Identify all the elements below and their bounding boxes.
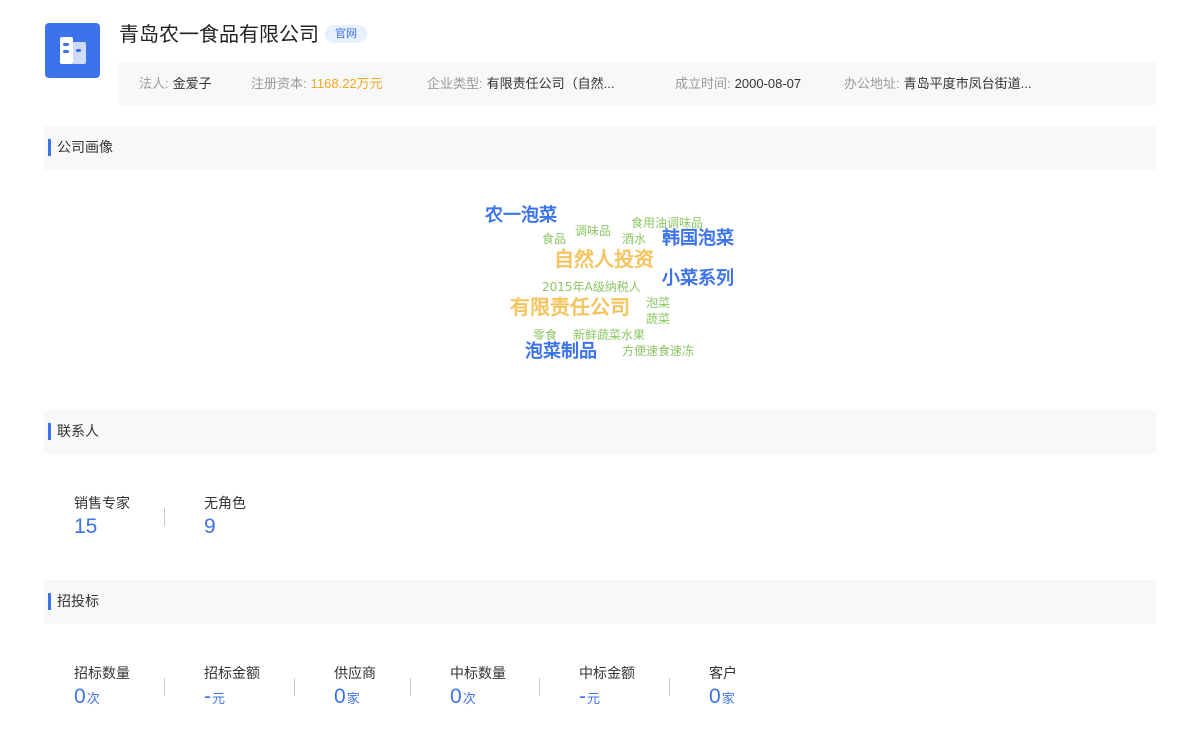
stat-unit: 家 [346,691,360,706]
company-info-bar: 法人: 金爱子 注册资本: 1168.22万元 企业类型: 有限责任公司（自然... … [119,62,1156,105]
tag-cloud-word[interactable]: 韩国泡菜 [662,230,734,248]
tag-cloud-word[interactable]: 酒水 [622,233,646,245]
founded-label: 成立时间: [675,76,731,91]
stat-unit: 元 [212,691,226,706]
stat-label: 无角色 [204,495,246,511]
bidding-stat-win-amount[interactable]: 中标金额 -元 [579,663,635,709]
stat-unit: 家 [721,691,735,706]
bidding-stat-tender-amount[interactable]: 招标金额 -元 [204,663,260,709]
tag-cloud-word[interactable]: 自然人投资 [554,249,654,269]
stat-value: 0 [334,685,346,708]
stat-label: 销售专家 [74,495,130,511]
section-accent-bar [48,423,51,440]
tag-cloud-word[interactable]: 新鲜蔬菜水果 [573,329,645,341]
tag-cloud-word[interactable]: 小菜系列 [662,270,734,288]
legal-rep-value: 金爱子 [172,76,212,91]
stat-label: 中标数量 [450,665,506,681]
legal-rep-field: 法人: 金爱子 [139,62,212,105]
bidding-stat-tender-count[interactable]: 招标数量 0次 [74,663,130,709]
bidding-section-header: 招投标 [44,580,1156,624]
company-type-label: 企业类型: [427,76,483,91]
stat-value: 0 [450,685,462,708]
stat-unit: 元 [587,691,601,706]
tag-cloud-word[interactable]: 泡菜 [646,297,670,309]
stat-label: 中标金额 [579,665,635,681]
capital-value: 1168.22万元 [310,76,383,91]
portrait-section-header: 公司画像 [44,126,1156,170]
section-accent-bar [48,139,51,156]
bidding-section-title: 招投标 [57,593,99,609]
address-field: 办公地址: 青岛平度市凤台街道... [844,62,1031,105]
stat-value: 9 [204,515,216,538]
tag-cloud-word[interactable]: 蔬菜 [646,313,670,325]
stat-unit: 次 [86,691,100,706]
contact-stat-no-role[interactable]: 无角色 9 [204,493,246,539]
bidding-stat-suppliers[interactable]: 供应商 0家 [334,663,376,709]
portrait-section-title: 公司画像 [57,139,113,155]
stat-label: 招标数量 [74,665,130,681]
stat-divider [164,508,165,526]
section-accent-bar [48,593,51,610]
stat-divider [410,678,411,696]
capital-label: 注册资本: [251,76,307,91]
stat-value: 0 [709,685,721,708]
stat-divider [539,678,540,696]
company-logo [45,23,100,78]
tag-cloud-word[interactable]: 农一泡菜 [485,207,557,225]
tag-cloud-word[interactable]: 2015年A级纳税人 [542,281,641,293]
stat-value: 0 [74,685,86,708]
tag-cloud-word[interactable]: 泡菜制品 [525,343,597,361]
tag-cloud-word[interactable]: 方便速食速冻 [622,345,694,357]
tag-cloud-word[interactable]: 食品 [542,233,566,245]
capital-field: 注册资本: 1168.22万元 [251,62,383,105]
founded-value: 2000-08-07 [734,76,802,91]
stat-value: 15 [74,515,98,538]
founded-field: 成立时间: 2000-08-07 [675,62,801,105]
legal-rep-label: 法人: [139,76,169,91]
stat-label: 招标金额 [204,665,260,681]
contacts-section-title: 联系人 [57,423,99,439]
tag-cloud-word[interactable]: 有限责任公司 [510,297,630,317]
bidding-stat-win-count[interactable]: 中标数量 0次 [450,663,506,709]
stat-label: 供应商 [334,665,376,681]
bidding-stat-customers[interactable]: 客户 0家 [709,663,737,709]
stat-unit: 次 [462,691,476,706]
address-label: 办公地址: [844,76,900,91]
company-type-value[interactable]: 有限责任公司（自然... [487,76,615,91]
stat-divider [294,678,295,696]
tag-cloud-word[interactable]: 调味品 [575,225,611,237]
tag-cloud: 农一泡菜 调味品 食用油调味品 食品 酒水 韩国泡菜 自然人投资 2015年A级… [0,0,1200,400]
stat-value: - [204,685,211,708]
company-name: 青岛农一食品有限公司 [119,24,319,46]
contact-stat-sales-expert[interactable]: 销售专家 15 [74,493,130,539]
stat-label: 客户 [709,665,737,681]
official-site-link[interactable]: 官网 [325,25,367,43]
contacts-section-header: 联系人 [44,410,1156,454]
building-icon [60,37,86,64]
stat-divider [669,678,670,696]
stat-divider [164,678,165,696]
tag-cloud-word[interactable]: 零食 [533,329,557,341]
stat-value: - [579,685,586,708]
company-type-field: 企业类型: 有限责任公司（自然... [427,62,614,105]
address-value[interactable]: 青岛平度市凤台街道... [904,76,1032,91]
